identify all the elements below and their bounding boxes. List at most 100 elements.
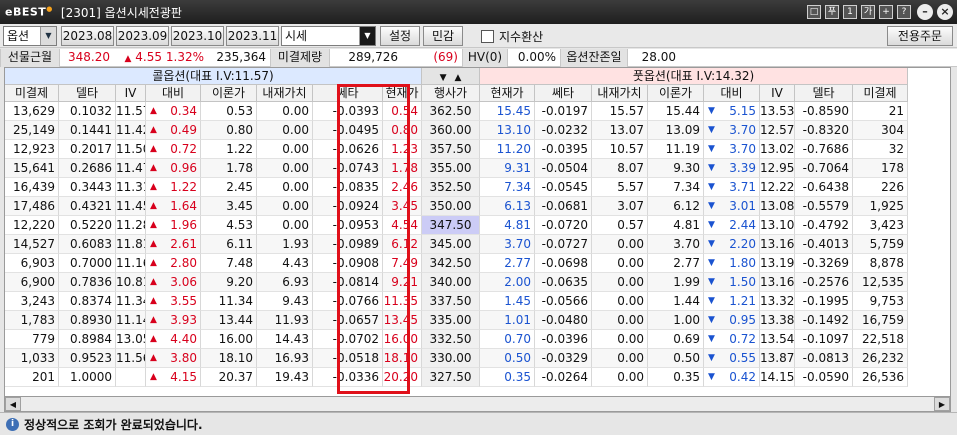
sensitivity-button[interactable]: 민감 — [423, 26, 463, 46]
view-mode-select[interactable]: 시세 ▼ — [281, 26, 376, 46]
futures-label: 선물근월 — [0, 49, 60, 67]
strike-price-cell[interactable]: 332.50 — [422, 330, 480, 349]
call-column-header: 이론가 — [201, 85, 257, 102]
call-cell-theta: -0.0743 — [313, 159, 383, 178]
put-cell-theta: -0.0395 — [535, 140, 592, 159]
call-cell-price: 3.45 — [383, 197, 422, 216]
down-triangle-icon: ▼ — [708, 334, 715, 344]
strike-price-cell[interactable]: 342.50 — [422, 254, 480, 273]
settings-button[interactable]: 설정 — [380, 26, 420, 46]
strike-price-cell[interactable]: 335.00 — [422, 311, 480, 330]
down-triangle-icon: ▼ — [708, 220, 715, 230]
put-cell-price: 7.34 — [480, 178, 535, 197]
month-button-2023-11[interactable]: 2023.11 — [226, 26, 279, 46]
option-board-table: 콜옵션(대표 I.V:11.57) ▼ ▲ 풋옵션(대표 I.V:14.32) 미결제 델… — [4, 67, 951, 412]
call-options-title: 콜옵션(대표 I.V:11.57) — [5, 68, 422, 85]
sort-down-icon[interactable]: ▼ — [440, 73, 447, 83]
put-cell-theo: 13.09 — [648, 121, 704, 140]
add-button[interactable]: + — [879, 5, 893, 19]
strike-price-cell[interactable]: 357.50 — [422, 140, 480, 159]
put-cell-theta: -0.0396 — [535, 330, 592, 349]
product-select[interactable]: 옵션 ▼ — [3, 26, 57, 46]
call-cell-price: 1.23 — [383, 140, 422, 159]
put-cell-intr: 0.57 — [592, 216, 648, 235]
horizontal-scrollbar[interactable]: ◀ ▶ — [4, 396, 951, 412]
put-cell-oi: 32 — [853, 140, 908, 159]
call-cell-chg: ▲ 2.61 — [146, 235, 201, 254]
put-cell-theo: 0.35 — [648, 368, 704, 387]
put-cell-iv: 13.38 — [760, 311, 795, 330]
put-cell-oi: 12,535 — [853, 273, 908, 292]
strike-price-cell[interactable]: 327.50 — [422, 368, 480, 387]
sort-up-icon[interactable]: ▲ — [455, 73, 462, 83]
put-cell-intr: 0.00 — [592, 368, 648, 387]
link-group-button[interactable]: 1 — [843, 5, 857, 19]
month-button-2023-10[interactable]: 2023.10 — [171, 26, 224, 46]
strike-price-cell[interactable]: 355.00 — [422, 159, 480, 178]
help-button[interactable]: ? — [897, 5, 911, 19]
put-cell-iv: 13.16 — [760, 235, 795, 254]
strike-price-cell[interactable]: 352.50 — [422, 178, 480, 197]
window-mode-button[interactable]: □ — [807, 5, 821, 19]
put-cell-price: 2.00 — [480, 273, 535, 292]
call-cell-intr: 6.93 — [257, 273, 313, 292]
call-cell-price: 16.00 — [383, 330, 422, 349]
minimize-icon[interactable]: – — [917, 4, 933, 20]
call-cell-price: 1.78 — [383, 159, 422, 178]
put-cell-oi: 304 — [853, 121, 908, 140]
put-cell-delta: -0.3269 — [795, 254, 853, 273]
strike-sort-controls: ▼ ▲ — [422, 68, 480, 85]
call-cell-iv: 13.05 — [116, 330, 146, 349]
open-interest-value: 289,726 — [348, 50, 398, 64]
index-convert-checkbox[interactable] — [481, 30, 494, 43]
call-cell-theo: 18.10 — [201, 349, 257, 368]
strike-price-cell[interactable]: 345.00 — [422, 235, 480, 254]
call-cell-delta: 0.7836 — [59, 273, 116, 292]
font-button[interactable]: 가 — [861, 5, 875, 19]
call-change-value: 2.80 — [170, 256, 197, 270]
strike-price-cell[interactable]: 350.00 — [422, 197, 480, 216]
call-cell-delta: 0.6083 — [59, 235, 116, 254]
put-cell-oi: 8,878 — [853, 254, 908, 273]
put-cell-price: 3.70 — [480, 235, 535, 254]
call-cell-delta: 0.1032 — [59, 102, 116, 121]
month-button-2023-08[interactable]: 2023.08 — [61, 26, 114, 46]
call-cell-theo: 4.53 — [201, 216, 257, 235]
call-cell-delta: 0.1441 — [59, 121, 116, 140]
put-cell-chg: ▼ 3.70 — [704, 121, 760, 140]
put-cell-theta: -0.0727 — [535, 235, 592, 254]
strike-price-cell[interactable]: 340.00 — [422, 273, 480, 292]
call-cell-theo: 9.20 — [201, 273, 257, 292]
up-triangle-icon: ▲ — [150, 334, 157, 344]
put-cell-intr: 0.00 — [592, 273, 648, 292]
put-cell-price: 1.45 — [480, 292, 535, 311]
strike-price-cell[interactable]: 362.50 — [422, 102, 480, 121]
chevron-down-icon[interactable]: ▼ — [40, 27, 56, 45]
info-icon: i — [6, 418, 19, 431]
put-cell-theta: -0.0504 — [535, 159, 592, 178]
put-cell-theta: -0.0232 — [535, 121, 592, 140]
strike-price-cell[interactable]: 337.50 — [422, 292, 480, 311]
strike-price-cell[interactable]: 347.50 — [422, 216, 480, 235]
hv-value: 0.00% — [517, 50, 556, 64]
put-cell-chg: ▼ 2.44 — [704, 216, 760, 235]
put-cell-intr: 0.00 — [592, 254, 648, 273]
strike-column-header: 행사가 — [422, 85, 480, 102]
put-options-title: 풋옵션(대표 I.V:14.32) — [480, 68, 908, 85]
chevron-down-icon[interactable]: ▼ — [359, 27, 375, 45]
put-cell-price: 6.13 — [480, 197, 535, 216]
strike-price-cell[interactable]: 330.00 — [422, 349, 480, 368]
call-cell-iv: 11.14 — [116, 311, 146, 330]
scroll-right-icon[interactable]: ▶ — [934, 397, 950, 411]
close-icon[interactable]: × — [937, 4, 953, 20]
hv-label: HV(0) — [462, 49, 508, 67]
strike-price-cell[interactable]: 360.00 — [422, 121, 480, 140]
put-cell-oi: 3,423 — [853, 216, 908, 235]
put-change-value: 3.70 — [729, 123, 756, 137]
scroll-left-icon[interactable]: ◀ — [5, 397, 21, 411]
month-button-2023-09[interactable]: 2023.09 — [116, 26, 169, 46]
push-button[interactable]: 푸 — [825, 5, 839, 19]
call-cell-iv: 11.31 — [116, 178, 146, 197]
dedicated-order-button[interactable]: 전용주문 — [887, 26, 953, 46]
call-cell-oi: 12,923 — [5, 140, 59, 159]
